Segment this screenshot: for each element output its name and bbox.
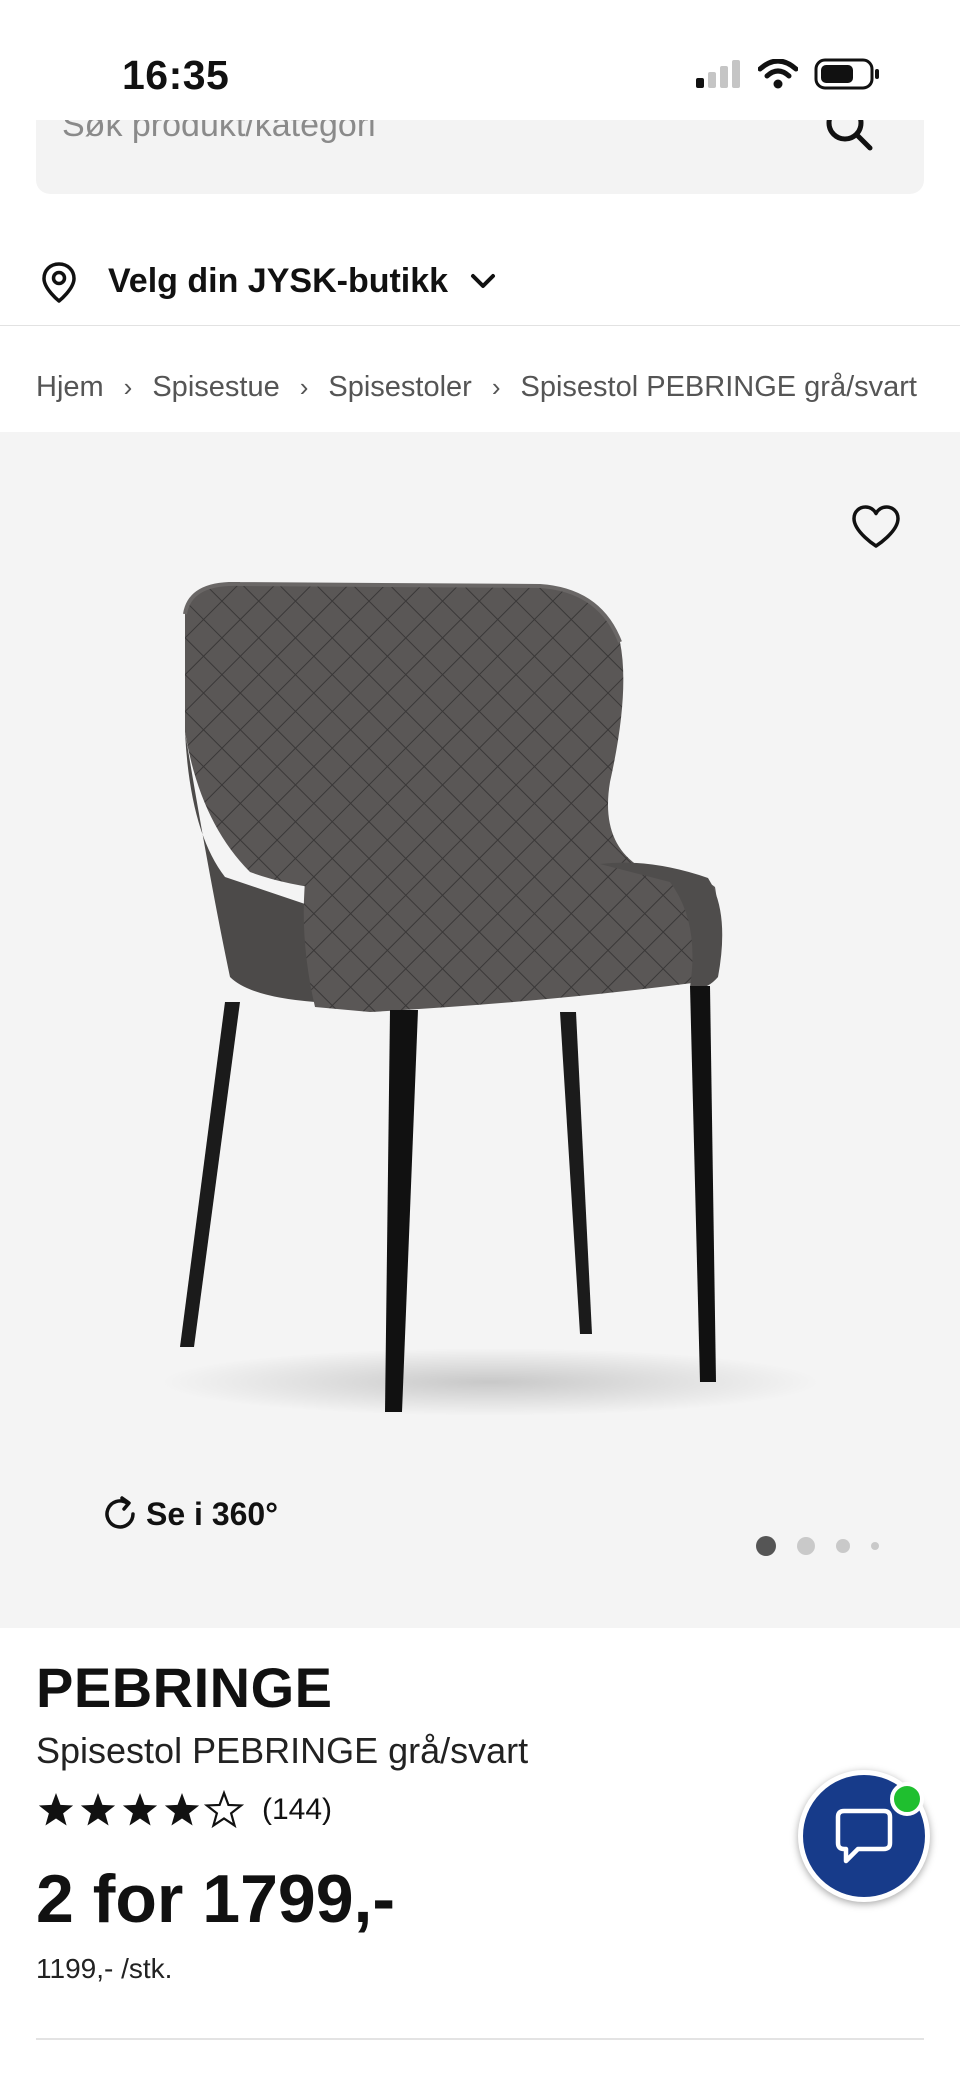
status-icons <box>696 58 880 90</box>
section-divider <box>36 2038 924 2040</box>
search-input[interactable]: Søk produkt/kategori <box>62 120 376 145</box>
gallery-dot[interactable] <box>871 1542 879 1550</box>
search-bar[interactable]: Søk produkt/kategori <box>36 120 924 194</box>
heart-icon[interactable] <box>850 504 902 550</box>
star-filled-icon <box>38 1793 74 1826</box>
star-rating-icons <box>38 1790 245 1829</box>
status-time: 16:35 <box>122 52 230 98</box>
product-gallery[interactable]: Se i 360° <box>0 432 960 1628</box>
location-pin-icon <box>42 261 76 303</box>
product-brand: PEBRINGE <box>36 1656 333 1719</box>
breadcrumb-item-spisestue[interactable]: Spisestue <box>152 371 279 404</box>
breadcrumb-separator-icon: › <box>299 371 309 402</box>
chat-online-badge <box>890 1782 924 1816</box>
breadcrumb-separator-icon: › <box>123 371 133 402</box>
star-filled-icon <box>164 1793 200 1826</box>
breadcrumb-item-home[interactable]: Hjem <box>36 371 104 404</box>
view-360-button[interactable]: Se i 360° <box>100 1494 278 1534</box>
battery-icon <box>814 58 879 90</box>
chat-icon <box>835 1808 893 1864</box>
cellular-signal-icon <box>696 60 740 88</box>
star-empty-icon <box>203 1790 245 1829</box>
star-filled-icon <box>80 1793 116 1826</box>
view-360-label: Se i 360° <box>146 1495 278 1532</box>
gallery-dot-active[interactable] <box>756 1536 776 1556</box>
product-name: Spisestol PEBRINGE grå/svart <box>36 1730 529 1771</box>
wifi-icon <box>758 59 798 89</box>
search-icon[interactable] <box>824 120 874 152</box>
breadcrumb-item-current: Spisestol PEBRINGE grå/svart <box>520 370 917 403</box>
review-count[interactable]: (144) <box>262 1793 332 1827</box>
store-selector-label: Velg din JYSK-butikk <box>108 262 449 300</box>
star-filled-icon <box>122 1793 158 1826</box>
chevron-down-icon <box>471 273 496 288</box>
product-unit-price: 1199,- /stk. <box>36 1953 173 1984</box>
breadcrumb-item-spisestoler[interactable]: Spisestoler <box>328 371 471 404</box>
gallery-dot[interactable] <box>797 1537 815 1555</box>
gallery-dot[interactable] <box>836 1539 850 1553</box>
gallery-pagination[interactable] <box>756 1536 900 1556</box>
rotate-360-icon <box>105 1496 135 1529</box>
product-offer-price: 2 for 1799,- <box>36 1861 396 1937</box>
store-selector[interactable]: Velg din JYSK-butikk <box>0 238 960 326</box>
product-rating[interactable]: (144) <box>36 1790 332 1830</box>
breadcrumb: Hjem › Spisestue › Spisestoler › Spisest… <box>36 362 926 412</box>
product-image-chair <box>160 582 820 1416</box>
breadcrumb-separator-icon: › <box>491 371 501 402</box>
